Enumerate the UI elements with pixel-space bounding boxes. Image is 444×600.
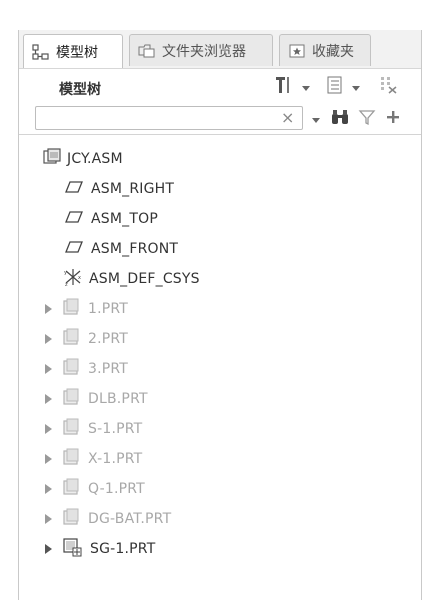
expand-arrow-icon[interactable] (45, 334, 52, 344)
expand-arrow-icon[interactable] (45, 394, 52, 404)
filter-button[interactable] (357, 108, 377, 130)
tree-root-item[interactable]: JCY.ASM (19, 144, 421, 174)
subassembly-icon (62, 537, 82, 561)
tree-item-part[interactable]: 1.PRT (19, 294, 421, 324)
filter-icon (358, 108, 376, 130)
tree-item-label: DG-BAT.PRT (88, 511, 172, 527)
clear-search-icon[interactable]: × (281, 108, 294, 127)
tab-folder-browser[interactable]: 文件夹浏览器 (129, 34, 273, 66)
part-icon (62, 358, 80, 380)
coordinate-system-icon: y x z (63, 267, 83, 291)
datum-plane-icon (65, 180, 83, 198)
tree-item-label: ASM_RIGHT (91, 181, 175, 197)
folder-browser-icon (138, 42, 156, 60)
tree-item-label: 2.PRT (88, 331, 129, 347)
plus-icon (385, 109, 401, 129)
tree-item-label: S-1.PRT (88, 421, 143, 437)
tree-item-part[interactable]: S-1.PRT (19, 414, 421, 444)
model-tree-panel: 模型树 文件夹浏览器 收藏夹 模型树 × JCY.ASM ASM_RIGHT A… (18, 30, 422, 600)
tree-item-label: X-1.PRT (88, 451, 143, 467)
part-icon (62, 328, 80, 350)
show-dropdown-button[interactable] (325, 75, 361, 99)
part-icon (62, 298, 80, 320)
tab-label: 模型树 (56, 44, 98, 61)
datum-plane-icon (65, 240, 83, 258)
expand-arrow-icon[interactable] (45, 484, 52, 494)
expand-arrow-icon[interactable] (45, 364, 52, 374)
tree-item-label: Q-1.PRT (88, 481, 145, 497)
tree-item-asm-front[interactable]: ASM_FRONT (19, 234, 421, 264)
find-button[interactable] (329, 108, 351, 130)
search-input[interactable] (35, 106, 303, 130)
tree-item-part[interactable]: 3.PRT (19, 354, 421, 384)
columns-button[interactable] (379, 75, 399, 99)
divider (19, 134, 421, 135)
tree-item-label: ASM_TOP (91, 211, 158, 227)
tree-item-label: 3.PRT (88, 361, 129, 377)
columns-icon (379, 75, 399, 99)
search-row: × (19, 104, 421, 134)
tools-icon (273, 74, 295, 100)
tree-item-asm-def-csys[interactable]: y x z ASM_DEF_CSYS (19, 264, 421, 294)
tree-item-subassembly[interactable]: SG-1.PRT (19, 534, 421, 564)
add-button[interactable] (383, 108, 403, 130)
part-icon (62, 388, 80, 410)
svg-text:x: x (78, 275, 81, 281)
tree-item-label: DLB.PRT (88, 391, 148, 407)
part-icon (62, 478, 80, 500)
expand-arrow-icon[interactable] (45, 304, 52, 314)
favorites-icon (288, 42, 306, 60)
part-icon (62, 418, 80, 440)
tree-item-label: ASM_DEF_CSYS (89, 271, 200, 287)
tree-item-label: JCY.ASM (67, 151, 123, 167)
model-tree-icon (32, 43, 50, 61)
datum-plane-icon (65, 210, 83, 228)
tree-item-part[interactable]: Q-1.PRT (19, 474, 421, 504)
tree-item-part[interactable]: DLB.PRT (19, 384, 421, 414)
assembly-icon (43, 148, 61, 170)
part-icon (62, 508, 80, 530)
tree-item-label: ASM_FRONT (91, 241, 179, 257)
tree-item-part[interactable]: 2.PRT (19, 324, 421, 354)
tab-label: 收藏夹 (312, 43, 354, 60)
chevron-down-icon (301, 78, 311, 97)
chevron-down-icon (351, 78, 361, 97)
panel-title: 模型树 (59, 82, 101, 98)
list-view-icon (325, 75, 345, 99)
tree-item-part[interactable]: DG-BAT.PRT (19, 504, 421, 534)
tree-item-label: SG-1.PRT (90, 541, 156, 557)
expand-arrow-icon[interactable] (45, 454, 52, 464)
expand-arrow-icon[interactable] (45, 514, 52, 524)
svg-text:y: y (64, 270, 67, 276)
tree-item-part[interactable]: X-1.PRT (19, 444, 421, 474)
panel-header: 模型树 (19, 68, 421, 105)
expand-arrow-icon[interactable] (45, 544, 52, 554)
expand-arrow-icon[interactable] (45, 424, 52, 434)
tab-model-tree[interactable]: 模型树 (23, 34, 123, 68)
tree-item-asm-top[interactable]: ASM_TOP (19, 204, 421, 234)
tree-item-asm-right[interactable]: ASM_RIGHT (19, 174, 421, 204)
svg-text:z: z (65, 282, 68, 287)
tab-bar: 模型树 文件夹浏览器 收藏夹 (19, 30, 421, 68)
part-icon (62, 448, 80, 470)
chevron-down-icon (311, 110, 321, 129)
tree-item-label: 1.PRT (88, 301, 129, 317)
tab-favorites[interactable]: 收藏夹 (279, 34, 371, 66)
settings-dropdown-button[interactable] (273, 75, 311, 99)
binoculars-icon (330, 108, 350, 130)
search-options-dropdown[interactable] (309, 108, 323, 130)
tab-label: 文件夹浏览器 (162, 43, 246, 60)
